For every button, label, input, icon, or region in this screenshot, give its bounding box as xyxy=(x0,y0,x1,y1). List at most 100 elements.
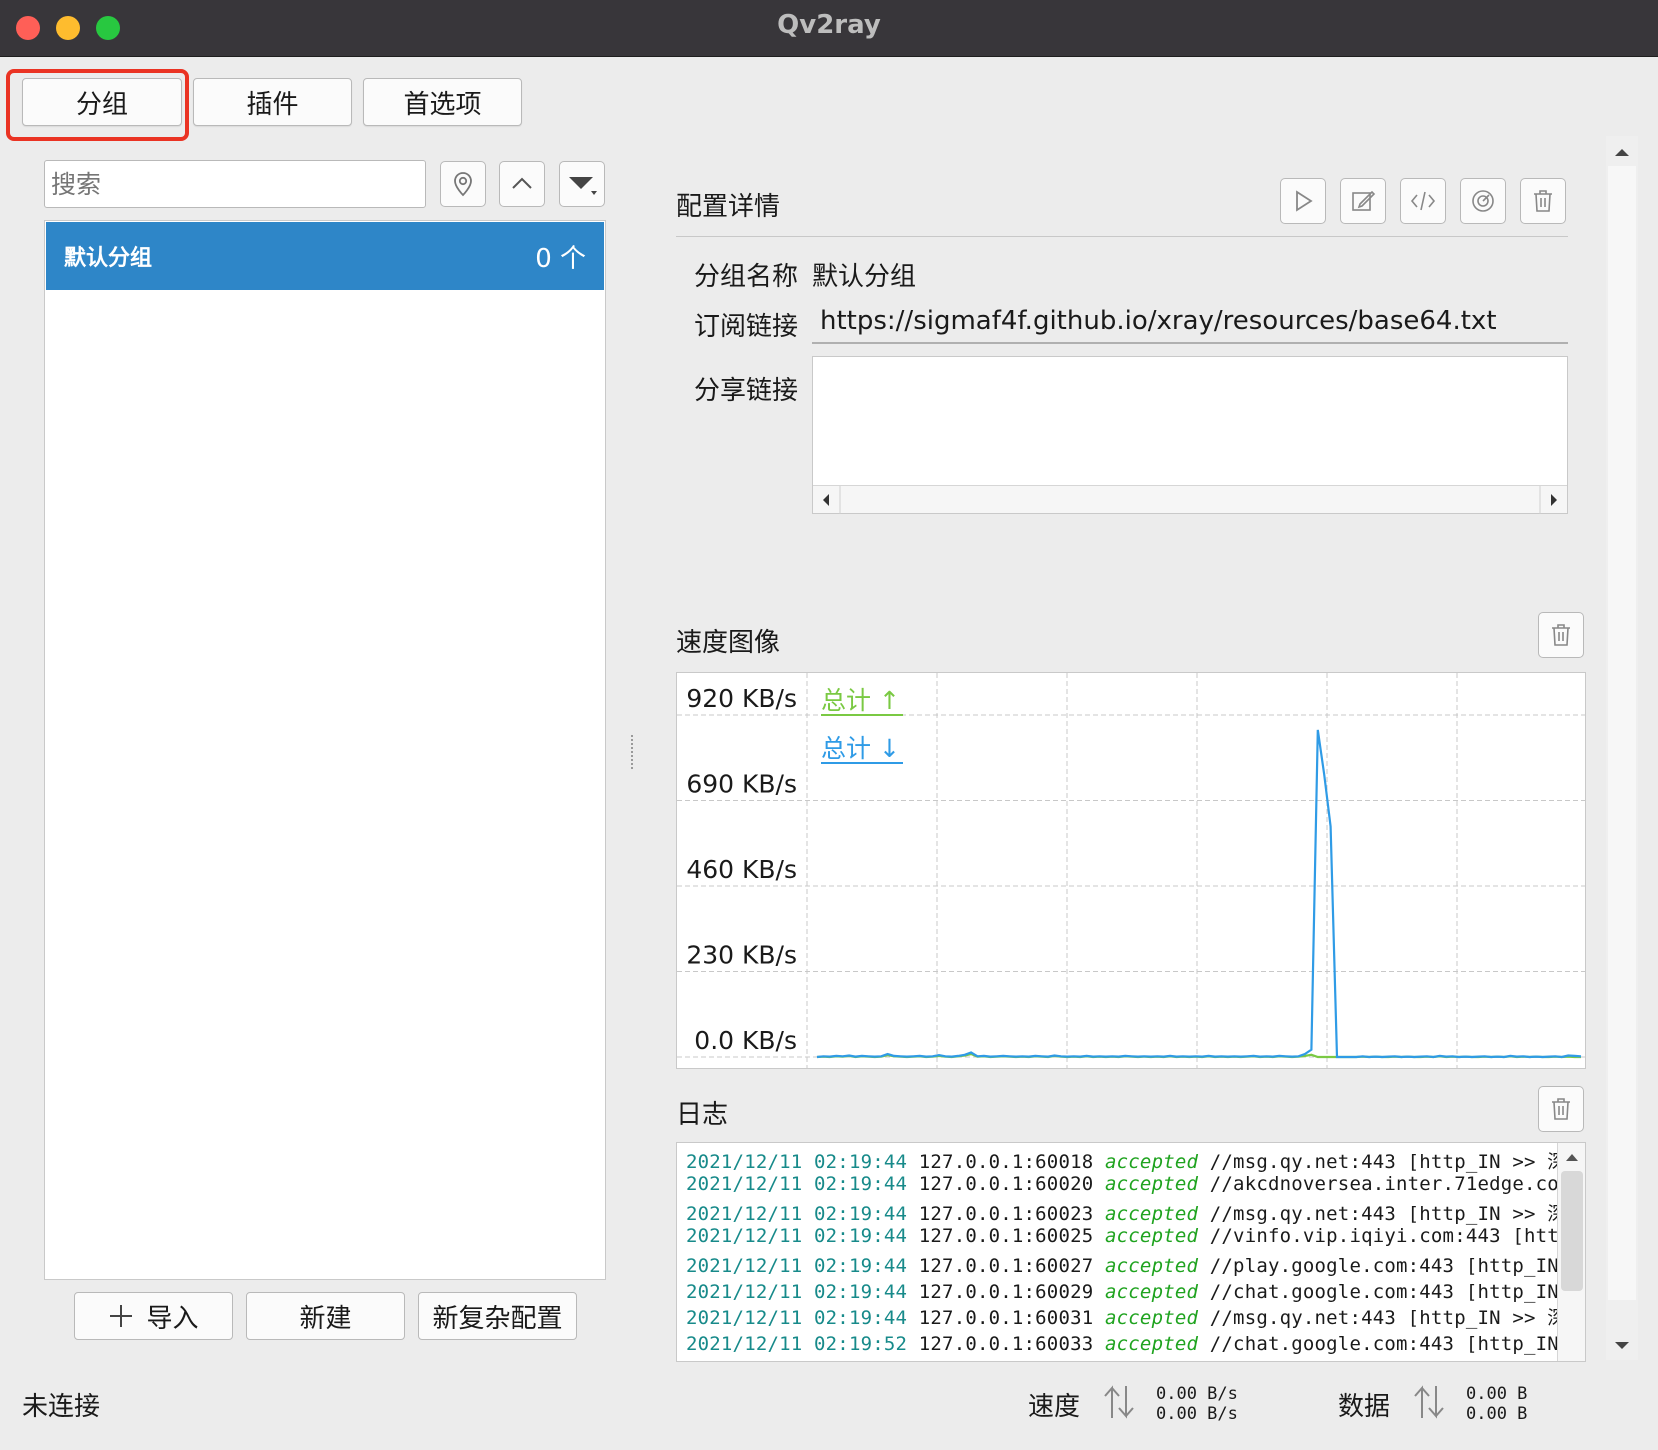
trash-icon xyxy=(1534,190,1552,212)
new-connection-button[interactable]: 新建 xyxy=(246,1292,405,1340)
log-status: accepted xyxy=(1105,1255,1199,1277)
log-status: accepted xyxy=(1105,1151,1199,1173)
log-line: 2021/12/11 02:19:44 127.0.0.1:60031 acce… xyxy=(686,1303,1586,1330)
log-line: 2021/12/11 02:19:44 127.0.0.1:60025 acce… xyxy=(686,1225,1585,1247)
search-input[interactable] xyxy=(44,160,426,208)
log-ts: 2021/12/11 02:19:44 xyxy=(686,1307,908,1329)
speed-down-value: 0.00 B/s xyxy=(1156,1404,1238,1424)
group-name-label: 分组名称 xyxy=(694,262,799,292)
plus-icon xyxy=(110,1305,133,1327)
legend-upload: 总计 ↑ xyxy=(821,686,900,715)
log-ts: 2021/12/11 02:19:44 xyxy=(686,1255,908,1277)
data-down-value: 0.00 B xyxy=(1466,1404,1528,1424)
sort-dropdown-button[interactable] xyxy=(559,161,605,207)
plugins-tab-button[interactable]: 插件 xyxy=(193,78,352,126)
updown-arrows-icon xyxy=(1414,1385,1444,1419)
log-title: 日志 xyxy=(676,1100,729,1130)
share-link-textbox[interactable] xyxy=(812,356,1568,514)
group-list-item[interactable]: 默认分组 0 个 xyxy=(46,222,604,290)
log-status: accepted xyxy=(1105,1281,1199,1303)
log-ts: 2021/12/11 02:19:44 xyxy=(686,1203,908,1225)
speed-label: 速度 xyxy=(1028,1392,1081,1422)
log-ts: 2021/12/11 02:19:44 xyxy=(686,1173,908,1195)
right-panel-vertical-scrollbar[interactable] xyxy=(1606,136,1638,1360)
window-title: Qv2ray xyxy=(777,10,881,40)
log-line: 2021/12/11 02:20:08 127.0.0.1:60037 acce… xyxy=(686,1355,1585,1361)
log-rest: //msg.qy.net:443 [http_IN >> 深圳稳定 xyxy=(1209,1307,1586,1329)
speed-chart-svg: 920 KB/s 690 KB/s 460 KB/s 230 KB/s 0.0 KB/s… xyxy=(677,673,1585,1068)
log-view[interactable]: 2021/12/11 02:19:44 127.0.0.1:60018 acce… xyxy=(676,1142,1586,1362)
log-status: accepted xyxy=(1105,1333,1199,1355)
latency-test-button[interactable] xyxy=(1460,178,1506,224)
updown-arrows-icon xyxy=(1104,1385,1134,1419)
subscription-url-field[interactable]: https://sigmaf4f.github.io/xray/resource… xyxy=(812,300,1568,344)
clear-log-button[interactable] xyxy=(1538,1086,1584,1132)
log-ip: 127.0.0.1:60037 xyxy=(919,1359,1094,1361)
title-bar: Qv2ray xyxy=(0,0,1658,57)
log-line: 2021/12/11 02:19:44 127.0.0.1:60029 acce… xyxy=(686,1277,1585,1304)
y-tick-label: 230 KB/s xyxy=(686,941,797,970)
play-icon xyxy=(1296,190,1313,212)
log-ip: 127.0.0.1:60023 xyxy=(918,1203,1094,1225)
right-panel-scrollbar-graphic xyxy=(1608,149,1636,1349)
preferences-tab-button[interactable]: 首选项 xyxy=(363,78,522,126)
log-ts: 2021/12/11 02:20:08 xyxy=(686,1359,907,1361)
code-icon xyxy=(1410,191,1436,211)
log-ip: 127.0.0.1:60031 xyxy=(918,1307,1094,1329)
log-status: accepted xyxy=(1105,1173,1199,1195)
log-ip: 127.0.0.1:60020 xyxy=(918,1173,1094,1195)
locate-button[interactable] xyxy=(440,161,486,207)
y-tick-label: 0.0 KB/s xyxy=(694,1026,797,1055)
log-vertical-scrollbar[interactable] xyxy=(1557,1143,1585,1361)
delete-button[interactable] xyxy=(1520,178,1566,224)
chevron-up-icon xyxy=(512,177,532,189)
log-line: 2021/12/11 02:19:44 127.0.0.1:60027 acce… xyxy=(686,1251,1586,1278)
log-ts: 2021/12/11 02:19:52 xyxy=(686,1333,908,1355)
import-button[interactable]: 导入 xyxy=(74,1292,233,1340)
group-list[interactable]: 默认分组 0 个 xyxy=(44,220,606,1280)
dropdown-arrow-icon xyxy=(569,177,597,195)
log-line: 2021/12/11 02:19:52 127.0.0.1:60033 acce… xyxy=(686,1329,1586,1356)
new-complex-config-button[interactable]: 新复杂配置 xyxy=(418,1292,577,1340)
log-line: 2021/12/11 02:19:44 127.0.0.1:60020 acce… xyxy=(686,1173,1585,1195)
details-separator xyxy=(676,236,1568,237)
config-details-title: 配置详情 xyxy=(676,192,781,222)
edit-button[interactable] xyxy=(1340,178,1386,224)
log-rest: //play.google.com:443 [http_IN >> 深 xyxy=(1209,1255,1586,1277)
log-ip: 127.0.0.1:60025 xyxy=(918,1225,1094,1247)
y-tick-label: 460 KB/s xyxy=(686,855,797,884)
connection-status: 未连接 xyxy=(22,1392,101,1422)
connect-button[interactable] xyxy=(1280,178,1326,224)
log-line: 2021/12/11 02:19:44 127.0.0.1:60023 acce… xyxy=(686,1199,1586,1226)
collapse-all-button[interactable] xyxy=(499,161,545,207)
clear-chart-button[interactable] xyxy=(1538,612,1584,658)
log-status: accepted xyxy=(1105,1359,1198,1361)
log-ip: 127.0.0.1:60033 xyxy=(918,1333,1094,1355)
group-name-value: 默认分组 xyxy=(812,262,917,292)
location-pin-icon xyxy=(454,172,472,197)
share-link-value xyxy=(813,357,1567,369)
log-rest: //vinfo.vip.iqiyi.com:443 [http_IN > xyxy=(1209,1225,1585,1247)
log-ts: 2021/12/11 02:19:44 xyxy=(686,1151,908,1173)
import-label: 导入 xyxy=(146,1303,199,1334)
log-ip: 127.0.0.1:60018 xyxy=(918,1151,1094,1173)
legend-download: 总计 ↓ xyxy=(821,734,900,763)
share-link-horizontal-scrollbar[interactable] xyxy=(813,485,1567,514)
group-connection-count: 0 个 xyxy=(535,243,586,274)
subscription-url-label: 订阅链接 xyxy=(694,312,799,342)
group-name: 默认分组 xyxy=(64,246,153,271)
log-ip: 127.0.0.1:60027 xyxy=(918,1255,1094,1277)
data-label: 数据 xyxy=(1338,1392,1391,1422)
edit-json-button[interactable] xyxy=(1400,178,1446,224)
splitter-handle[interactable] xyxy=(631,735,633,769)
speed-up-value: 0.00 B/s xyxy=(1156,1384,1238,1404)
download-speed-line xyxy=(816,729,1582,1059)
log-rest: //msg.qy.net:443 [http_IN >> 深圳稳定 xyxy=(1209,1203,1586,1225)
log-rest: //chat.google.com:443 [http_IN >> 深 xyxy=(1209,1333,1586,1355)
y-tick-label: 920 KB/s xyxy=(686,684,797,713)
share-link-label: 分享链接 xyxy=(694,376,799,406)
highlight-annotation xyxy=(6,69,189,141)
data-up-value: 0.00 B xyxy=(1466,1384,1528,1404)
trash-icon xyxy=(1552,1098,1570,1120)
log-rest: //msg.qy.net:443 [http_IN >> 深圳稳定 xyxy=(1209,1151,1586,1173)
